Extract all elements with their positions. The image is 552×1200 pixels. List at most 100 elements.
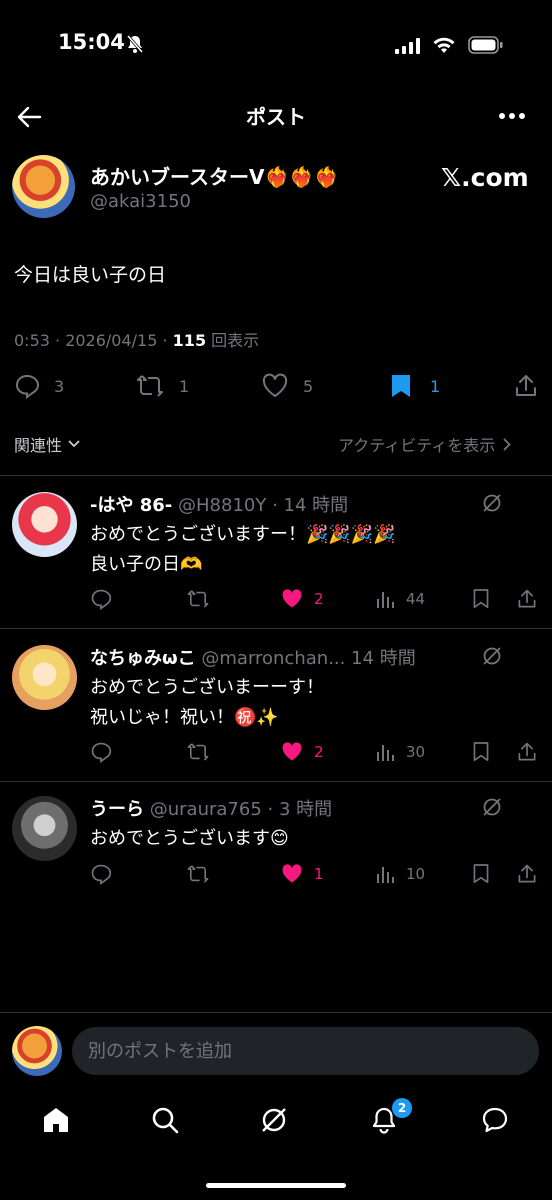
reply-line: おめでとうございまーーす！ [90, 677, 324, 698]
reply-like-button[interactable]: 2 [280, 586, 324, 612]
reply-views-button[interactable]: 10 [376, 861, 425, 887]
reply-text: おめでとうございます😊 [90, 824, 289, 854]
more-dots-icon [499, 113, 525, 119]
repost-icon [187, 865, 209, 883]
reply-text: おめでとうございまーーす！ 祝いじゃ！祝い！㊗️✨ [90, 673, 324, 733]
bookmark-icon [473, 864, 489, 884]
reply-like-count: 1 [314, 865, 324, 883]
search-icon [152, 1107, 179, 1134]
status-time: 15:04 [58, 30, 125, 54]
bell-off-icon [125, 34, 145, 54]
chevron-down-icon [68, 440, 80, 448]
activity-link[interactable]: アクティビティを表示 [338, 432, 512, 456]
reply-avatar[interactable] [12, 492, 77, 557]
bookmark-count: 1 [430, 376, 441, 396]
reply-author-name[interactable]: なちゅみωこ [90, 648, 196, 669]
reply-reply-button[interactable] [90, 739, 122, 765]
reply-views-button[interactable]: 30 [376, 739, 425, 765]
grok-icon [483, 647, 501, 665]
reply-icon [91, 742, 112, 763]
divider [0, 1012, 552, 1013]
bookmark-icon [473, 742, 489, 762]
tab-home[interactable] [36, 1100, 76, 1140]
reply-header: -はや 86- @H8810Y · 14 時間 [90, 491, 348, 517]
sort-label: 関連性 [14, 436, 63, 455]
reply-repost-button[interactable] [186, 861, 220, 887]
heart-icon [262, 373, 288, 397]
heart-filled-icon [282, 864, 302, 883]
author-avatar[interactable] [12, 155, 75, 218]
share-button[interactable] [513, 372, 552, 400]
like-button[interactable]: 5 [261, 372, 313, 400]
reply-share-button[interactable] [516, 586, 548, 612]
grok-button[interactable] [481, 645, 503, 667]
xcom-logo: 𝕏.com [441, 163, 529, 192]
reply-time: 14 時間 [351, 648, 416, 669]
bookmark-filled-icon [392, 375, 410, 397]
reply-like-button[interactable]: 2 [280, 739, 324, 765]
reply-view-count: 44 [406, 590, 426, 608]
wifi-icon [432, 36, 456, 54]
repost-button[interactable]: 1 [135, 372, 189, 400]
grok-button[interactable] [481, 492, 503, 514]
share-icon [518, 589, 536, 608]
chevron-right-icon [503, 437, 512, 451]
reply-avatar[interactable] [12, 645, 77, 710]
grok-button[interactable] [481, 796, 503, 818]
reply-bookmark-button[interactable] [472, 586, 500, 612]
reply-repost-button[interactable] [186, 586, 220, 612]
battery-icon [468, 36, 504, 54]
reply-author-name[interactable]: -はや 86- [90, 495, 172, 516]
reply-reply-button[interactable] [90, 586, 122, 612]
reply-share-button[interactable] [516, 861, 548, 887]
home-indicator [206, 1183, 346, 1188]
reply-repost-button[interactable] [186, 739, 220, 765]
page-title: ポスト [246, 105, 306, 129]
reply-count: 3 [54, 376, 65, 396]
post-timestamp: 0:53 · 2026/04/15 · [14, 331, 173, 350]
reply-header: うーら @uraura765 · 3 時間 [90, 795, 332, 821]
reply-like-button[interactable]: 1 [280, 861, 324, 887]
reply-line: おめでとうございます😊 [90, 828, 289, 849]
reply-bookmark-button[interactable] [472, 739, 500, 765]
bookmark-button[interactable]: 1 [390, 372, 440, 400]
author-handle[interactable]: @akai3150 [90, 191, 191, 212]
reply-author-handle[interactable]: @uraura765 [150, 799, 262, 820]
reply-views-button[interactable]: 44 [376, 586, 425, 612]
reply-composer-input[interactable] [72, 1027, 539, 1075]
reply-reply-button[interactable] [90, 861, 122, 887]
like-count: 5 [303, 376, 314, 396]
more-options-button[interactable] [498, 112, 526, 120]
reply-bookmark-button[interactable] [472, 861, 500, 887]
notification-badge: 2 [392, 1098, 412, 1118]
view-count: 115 [172, 331, 207, 350]
reply-share-button[interactable] [516, 739, 548, 765]
author-name[interactable]: あかいブースターV❤️‍🔥❤️‍🔥❤️‍🔥 [90, 161, 339, 190]
sort-dropdown[interactable]: 関連性 [14, 432, 80, 456]
tab-grok[interactable] [254, 1100, 294, 1140]
view-count-label: 回表示 [206, 331, 260, 350]
activity-link-label: アクティビティを表示 [338, 436, 496, 455]
divider [0, 628, 552, 629]
views-chart-icon [377, 867, 394, 883]
views-chart-icon [377, 592, 394, 608]
reply-author-handle[interactable]: @marronchan... [201, 648, 345, 669]
reply-actions: 2 30 [90, 739, 540, 765]
reply-author-handle[interactable]: @H8810Y [178, 495, 266, 516]
reply-view-count: 10 [406, 865, 426, 883]
reply-author-name[interactable]: うーら [90, 799, 144, 820]
reply-like-count: 2 [314, 590, 324, 608]
reply-button[interactable]: 3 [14, 372, 64, 400]
heart-filled-icon [282, 742, 302, 761]
grok-icon [483, 798, 501, 816]
reply-avatar[interactable] [12, 796, 77, 861]
signal-icon [395, 38, 421, 54]
reply-icon [15, 374, 40, 399]
share-icon [518, 864, 536, 883]
tab-search[interactable] [145, 1100, 185, 1140]
repost-icon [137, 375, 163, 397]
reply-icon [91, 589, 112, 610]
repost-icon [187, 743, 209, 761]
tab-messages[interactable] [475, 1100, 515, 1140]
share-icon [518, 742, 536, 761]
